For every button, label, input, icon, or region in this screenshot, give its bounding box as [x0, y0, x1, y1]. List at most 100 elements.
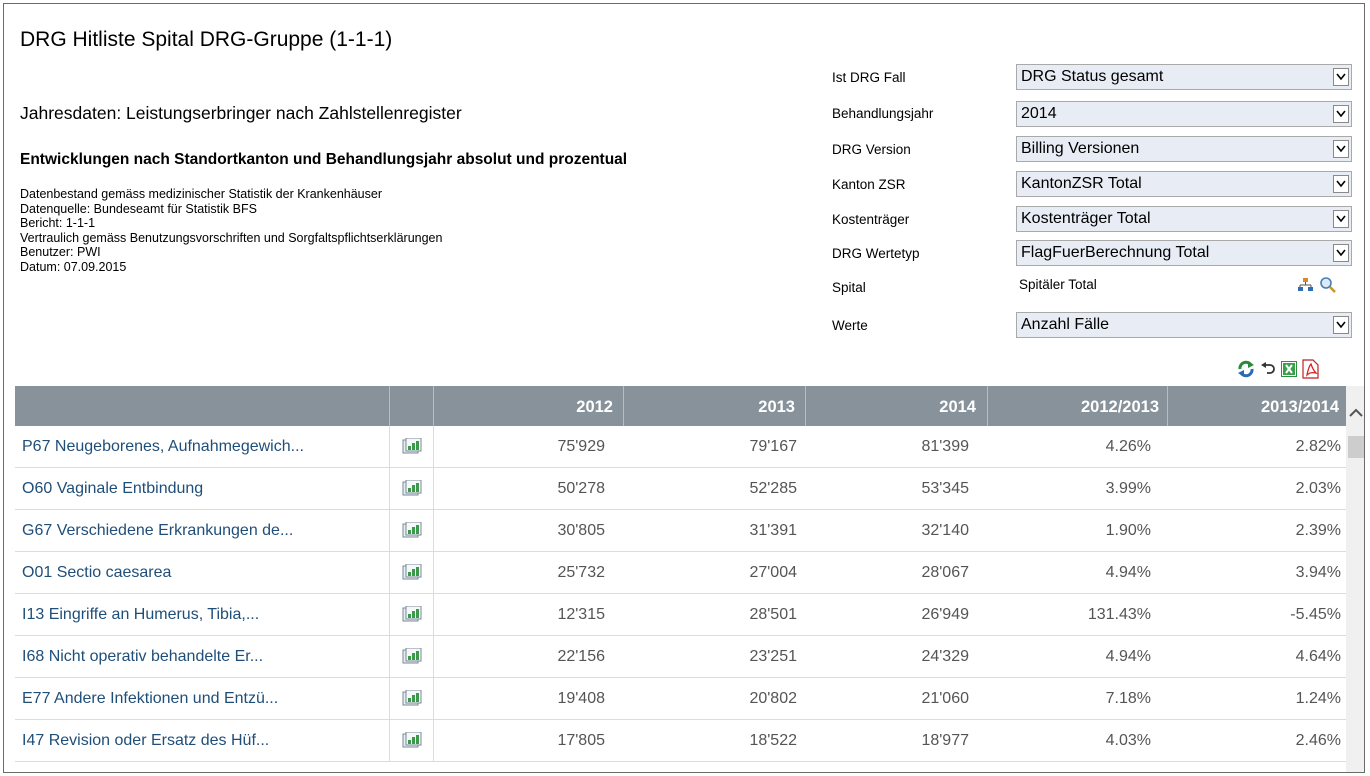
filter-label-kanton-zsr: Kanton ZSR: [832, 177, 906, 192]
chart-icon[interactable]: [402, 437, 422, 461]
refresh-icon[interactable]: [1237, 360, 1255, 383]
werte-select[interactable]: Anzahl Fälle: [1016, 312, 1352, 338]
header-divider: [623, 386, 624, 426]
chevron-down-icon[interactable]: [1333, 175, 1349, 193]
cell-divider: [389, 510, 390, 552]
kostentraeger-value: Kostenträger Total: [1021, 210, 1151, 227]
drg-link[interactable]: G67 Verschiedene Erkrankungen de...: [22, 510, 293, 552]
undo-icon[interactable]: [1260, 362, 1276, 381]
drg-link[interactable]: I47 Revision oder Ersatz des Hüf...: [22, 720, 269, 762]
value-2014: 21'060: [921, 690, 969, 707]
cell-divider: [433, 636, 434, 678]
report-subtitle: Jahresdaten: Leistungserbringer nach Zah…: [20, 103, 462, 123]
drg-link[interactable]: I13 Eingriffe an Humerus, Tibia,...: [22, 594, 259, 636]
value-2013: 79'167: [749, 438, 797, 455]
chevron-down-icon[interactable]: [1333, 210, 1349, 228]
ist-drg-fall-value: DRG Status gesamt: [1021, 68, 1164, 85]
chevron-down-icon[interactable]: [1333, 316, 1349, 334]
value-2014: 28'067: [921, 564, 969, 581]
report-frame: DRG Hitliste Spital DRG-Gruppe (1-1-1) J…: [3, 3, 1365, 773]
cell-divider: [389, 636, 390, 678]
value-2012: 30'805: [557, 522, 605, 539]
chart-icon[interactable]: [402, 731, 422, 755]
ist-drg-fall-select[interactable]: DRG Status gesamt: [1016, 64, 1352, 90]
drg-link[interactable]: O60 Vaginale Entbindung: [22, 468, 203, 510]
cell-divider: [389, 552, 390, 594]
value-2013: 18'522: [749, 732, 797, 749]
change-2013-2014: -5.45%: [1290, 606, 1341, 623]
value-2013: 31'391: [749, 522, 797, 539]
cell-divider: [389, 426, 390, 468]
behandlungsjahr-select[interactable]: 2014: [1016, 101, 1352, 127]
value-2012: 12'315: [557, 606, 605, 623]
drg-link[interactable]: E77 Andere Infektionen und Entzü...: [22, 678, 278, 720]
chevron-down-icon[interactable]: [1333, 244, 1349, 262]
column-header-2012[interactable]: 2012: [435, 386, 613, 426]
cell-divider: [433, 426, 434, 468]
column-header-2014[interactable]: 2014: [807, 386, 976, 426]
pdf-icon[interactable]: [1301, 359, 1319, 384]
report-meta: Datenbestand gemäss medizinischer Statis…: [20, 187, 442, 275]
meta-line-datenquelle: Datenquelle: Bundeseamt für Statistik BF…: [20, 201, 257, 216]
value-2014: 32'140: [921, 522, 969, 539]
chart-icon[interactable]: [402, 647, 422, 671]
column-header-2013-2014[interactable]: 2013/2014: [1169, 386, 1339, 426]
table-row: I68 Nicht operativ behandelte Er... 22'1…: [15, 636, 1346, 678]
drg-version-value: Billing Versionen: [1021, 140, 1140, 157]
change-2012-2013: 131.43%: [1087, 606, 1151, 623]
value-2014: 53'345: [921, 480, 969, 497]
drg-link[interactable]: O01 Sectio caesarea: [22, 552, 171, 594]
value-2014: 81'399: [921, 438, 969, 455]
kostentraeger-select[interactable]: Kostenträger Total: [1016, 206, 1352, 232]
meta-line-bericht: Bericht: 1-1-1: [20, 216, 96, 231]
cell-divider: [433, 678, 434, 720]
value-2012: 22'156: [557, 648, 605, 665]
change-2013-2014: 2.82%: [1295, 438, 1341, 455]
value-2012: 17'805: [557, 732, 605, 749]
drg-wertetyp-value: FlagFuerBerechnung Total: [1021, 244, 1210, 261]
cell-divider: [389, 594, 390, 636]
chart-icon[interactable]: [402, 479, 422, 503]
change-2013-2014: 2.46%: [1295, 732, 1341, 749]
table-header: 2012 2013 2014 2012/2013 2013/2014: [15, 386, 1346, 426]
kanton-zsr-select[interactable]: KantonZSR Total: [1016, 171, 1352, 197]
hierarchy-icon[interactable]: [1297, 277, 1313, 298]
chart-icon[interactable]: [402, 605, 422, 629]
table-row: I47 Revision oder Ersatz des Hüf... 17'8…: [15, 720, 1346, 762]
drg-link[interactable]: I68 Nicht operativ behandelte Er...: [22, 636, 263, 678]
change-2012-2013: 4.94%: [1105, 648, 1151, 665]
table-row: O60 Vaginale Entbindung 50'278 52'285 53…: [15, 468, 1346, 510]
chevron-down-icon[interactable]: [1333, 68, 1349, 86]
scroll-up-icon[interactable]: [1346, 402, 1364, 424]
chart-icon[interactable]: [402, 689, 422, 713]
table-row: I13 Eingriffe an Humerus, Tibia,... 12'3…: [15, 594, 1346, 636]
search-icon[interactable]: [1319, 276, 1337, 299]
value-2013: 20'802: [749, 690, 797, 707]
report-heading: Entwicklungen nach Standortkanton und Be…: [20, 151, 628, 168]
change-2012-2013: 1.90%: [1105, 522, 1151, 539]
scrollbar-thumb[interactable]: [1348, 436, 1364, 458]
filter-label-drg-version: DRG Version: [832, 142, 911, 157]
change-2013-2014: 4.64%: [1295, 648, 1341, 665]
chevron-down-icon[interactable]: [1333, 140, 1349, 158]
header-divider: [805, 386, 806, 426]
value-2012: 19'408: [557, 690, 605, 707]
table-row: P67 Neugeborenes, Aufnahmegewich... 75'9…: [15, 426, 1346, 468]
column-header-2013[interactable]: 2013: [625, 386, 795, 426]
value-2014: 18'977: [921, 732, 969, 749]
filter-label-behandlungsjahr: Behandlungsjahr: [832, 106, 934, 121]
meta-line-datenbestand: Datenbestand gemäss medizinischer Statis…: [20, 187, 382, 201]
chart-icon[interactable]: [402, 521, 422, 545]
chart-icon[interactable]: [402, 563, 422, 587]
chevron-down-icon[interactable]: [1333, 105, 1349, 123]
column-header-2012-2013[interactable]: 2012/2013: [989, 386, 1159, 426]
excel-icon[interactable]: [1281, 361, 1297, 382]
drg-wertetyp-select[interactable]: FlagFuerBerechnung Total: [1016, 240, 1352, 266]
change-2012-2013: 4.26%: [1105, 438, 1151, 455]
drg-version-select[interactable]: Billing Versionen: [1016, 136, 1352, 162]
header-divider: [389, 386, 390, 426]
change-2012-2013: 4.94%: [1105, 564, 1151, 581]
table-row: G67 Verschiedene Erkrankungen de... 30'8…: [15, 510, 1346, 552]
drg-link[interactable]: P67 Neugeborenes, Aufnahmegewich...: [22, 426, 304, 468]
meta-line-benutzer: Benutzer: PWI: [20, 245, 101, 260]
